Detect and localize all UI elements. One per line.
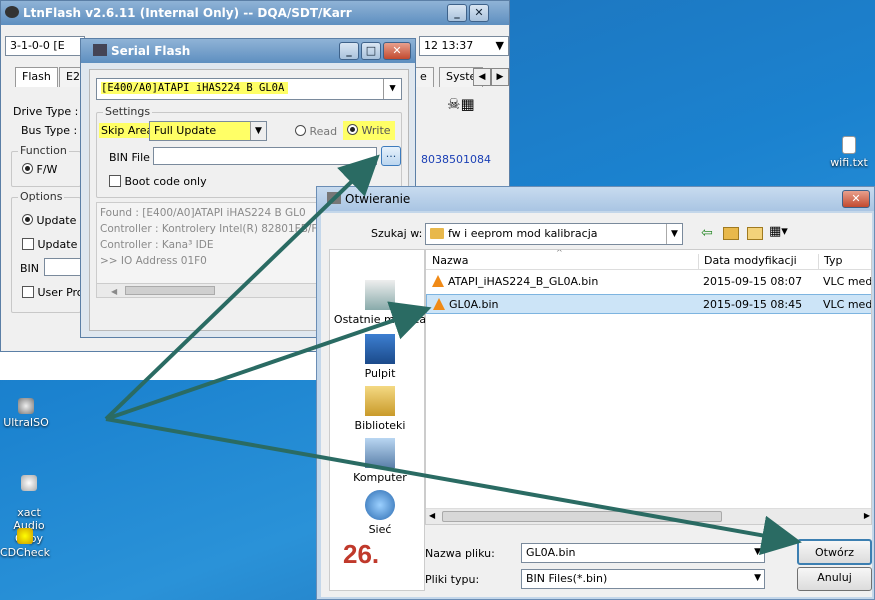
annotation-arrows — [104, 154, 802, 556]
arrow-to-browse — [104, 154, 380, 421]
arrow-to-file — [105, 301, 432, 421]
arrow-to-open — [105, 417, 802, 556]
